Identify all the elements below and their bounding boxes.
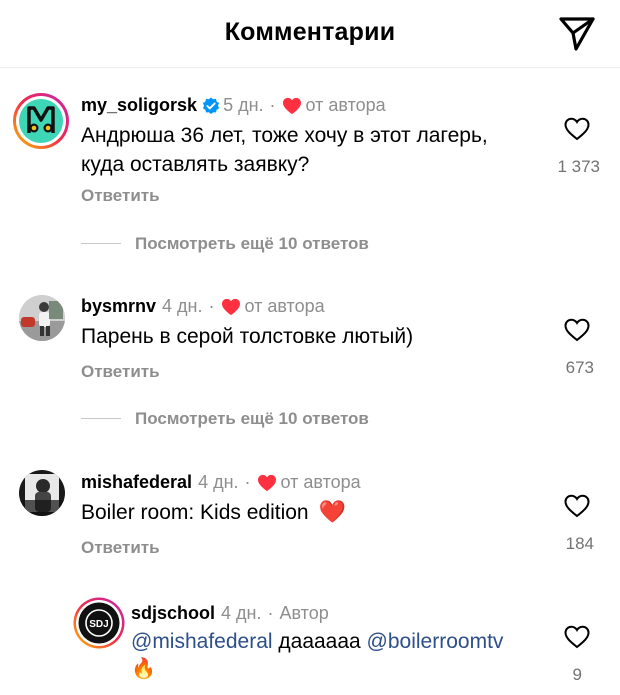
mention-link[interactable]: @mishafederal [131,630,273,653]
author-heart-icon [221,298,240,315]
comment-meta: bysmrnv 4 дн. · от автора [81,296,325,317]
comments-header: Комментарии [0,0,620,68]
reply-button[interactable]: Ответить [81,362,160,382]
like-count: 673 [565,358,594,377]
sdjschool-avatar-icon: SDJ [73,597,125,649]
red-heart-emoji: ❤️ [318,499,346,524]
mention-link[interactable]: @boilerroomtv [367,630,504,653]
avatar[interactable] [19,470,65,516]
username[interactable]: sdjschool [131,603,215,624]
comment-text: @mishafederal даааааа @boilerroomtv 🔥 [131,627,551,684]
separator: · [269,95,276,115]
view-more-replies-button[interactable]: Посмотреть ещё 10 ответов [81,409,369,429]
view-more-replies-button[interactable]: Посмотреть ещё 10 ответов [81,234,369,254]
author-heart-icon [257,474,276,491]
like-heart-icon[interactable] [564,494,590,518]
like-count: 184 [565,534,594,553]
comment-time: 4 дн. [221,603,262,623]
like-count: 1 373 [557,157,600,176]
liked-by-author-label: от автора [244,296,325,316]
separator: · [244,472,251,492]
comment-text-segment: даааааа [272,630,367,653]
liked-by-author-label: от автора [280,472,361,492]
comment-meta: mishafederal 4 дн. · от автора [81,472,361,493]
thread-line [81,418,121,420]
comment-text-line: Андрюша 36 лет, тоже хочу в этот лагерь, [81,124,488,147]
comment-time: 4 дн. [162,296,203,316]
like-heart-icon[interactable] [564,318,590,342]
author-label: Автор [279,603,329,623]
separator: · [208,296,215,316]
bysmrnv-avatar-icon [19,295,65,341]
view-more-replies-label: Посмотреть ещё 10 ответов [135,409,369,428]
verified-badge-icon [203,97,220,114]
comment-meta: sdjschool 4 дн. · Автор [131,603,329,624]
liked-by-author-label: от автора [305,95,386,115]
comment-text: Андрюша 36 лет, тоже хочу в этот лагерь,… [81,121,488,179]
username[interactable]: mishafederal [81,472,192,493]
author-heart-icon [282,97,301,114]
reply-button[interactable]: Ответить [81,186,160,206]
page-title: Комментарии [224,18,396,46]
username[interactable]: my_soligorsk [81,95,197,116]
avatar[interactable] [12,92,70,150]
thread-line [81,243,121,245]
share-icon[interactable] [558,16,596,52]
comment-meta: my_soligorsk 5 дн. · от автора [81,95,386,116]
mishafederal-avatar-icon [19,470,65,516]
reply-button[interactable]: Ответить [81,538,160,558]
avatar[interactable] [19,295,65,341]
like-count: 9 [572,665,582,684]
my-soligorsk-avatar-icon [13,93,69,149]
comment-text: Boiler room: Kids edition ❤️ [81,497,346,527]
avatar-logo-text: SDJ [89,619,108,630]
comment-time: 5 дн. [223,95,264,115]
like-heart-icon[interactable] [564,625,590,649]
comment-text: Парень в серой толстовке лютый) [81,325,414,348]
avatar[interactable]: SDJ [73,597,125,649]
separator: · [267,603,274,623]
like-heart-icon[interactable] [564,117,590,141]
view-more-replies-label: Посмотреть ещё 10 ответов [135,234,369,253]
comment-text-line: куда оставлять заявку? [81,153,310,176]
comment-time: 4 дн. [198,472,239,492]
fire-emoji: 🔥 [131,658,156,680]
username[interactable]: bysmrnv [81,296,156,317]
comment-text-line: Boiler room: Kids edition [81,501,309,524]
